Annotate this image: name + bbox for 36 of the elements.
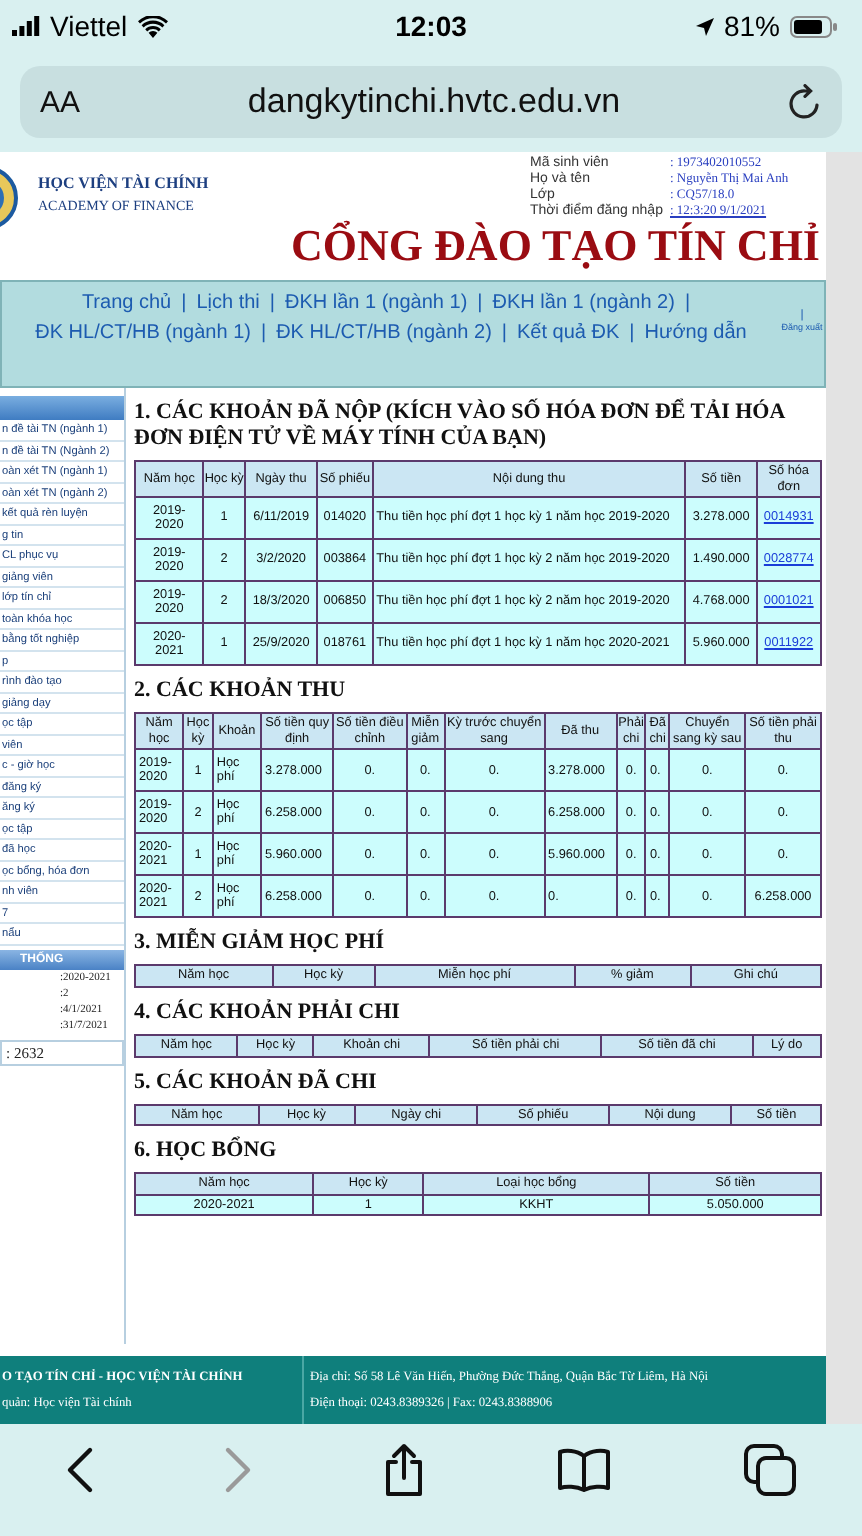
nav-separator: | [269, 292, 275, 314]
nav-link[interactable]: ĐKH lần 1 (ngành 2) [492, 292, 675, 314]
location-icon [695, 17, 714, 35]
nav-link[interactable]: ĐKH lần 1 (ngành 1) [285, 292, 468, 314]
sidebar-header [0, 396, 124, 420]
text-size-button[interactable]: AA [40, 85, 81, 119]
section-heading: 1. CÁC KHOẢN ĐÃ NỘP (KÍCH VÀO SỐ HÓA ĐƠN ĐỂ TẢI HÓA ĐƠN ĐIỆN TỬ VỀ MÁY TÍNH CỦA BẠN) [134, 400, 788, 452]
address-bar[interactable]: AA dangkytinchi.hvtc.edu.vn [20, 66, 842, 138]
nav-separator: | [477, 292, 483, 314]
nav-link[interactable]: Kết quả ĐK [517, 322, 620, 344]
school-logo-icon [0, 166, 18, 230]
clock-time: 12:03 [393, 10, 469, 42]
nav-separator: | [501, 322, 508, 344]
battery-icon [790, 15, 838, 37]
reload-icon[interactable] [788, 84, 822, 120]
wifi-icon [137, 15, 168, 37]
section-heading: 6. HỌC BỔNG [134, 1138, 279, 1165]
nav-separator: | [260, 322, 267, 344]
portal-title: CỔNG ĐÀO TẠO TÍN CHỈ [291, 222, 820, 270]
signal-icon [12, 16, 40, 36]
carrier-name: Viettel [50, 10, 128, 42]
url-text: dangkytinchi.hvtc.edu.vn [245, 82, 623, 122]
nav-link[interactable]: Lịch thi [196, 292, 260, 314]
nav-link[interactable]: Hướng dẫn [644, 322, 747, 344]
school-name: HỌC VIỆN TÀI CHÍNH [38, 174, 209, 192]
nav-link[interactable]: ĐK HL/CT/HB (ngành 2) [276, 322, 492, 344]
nav-link[interactable]: Trang chủ [81, 292, 172, 314]
section-heading: 2. CÁC KHOẢN THU [134, 678, 348, 705]
section-heading: 5. CÁC KHOẢN ĐÃ CHI [134, 1069, 379, 1096]
nav-separator: | [629, 322, 635, 344]
section-heading: 4. CÁC KHOẢN PHẢI CHI [134, 999, 402, 1026]
nav-separator: | [181, 292, 187, 314]
battery-percent: 81% [723, 10, 780, 42]
nav-separator: | [684, 292, 691, 314]
nav-link[interactable]: ĐK HL/CT/HB (ngành 1) [35, 322, 251, 344]
section-heading: 3. MIỄN GIẢM HỌC PHÍ [134, 930, 386, 957]
